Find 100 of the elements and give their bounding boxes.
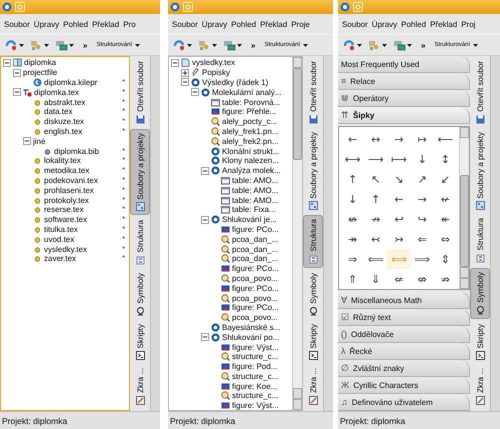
symbol-item[interactable]: ⇔ (434, 229, 457, 249)
tree-item[interactable]: pcoa_dan_... (232, 234, 278, 244)
tree-item[interactable]: Analýza molek... (222, 166, 281, 176)
side-tab[interactable]: Symboly (130, 270, 150, 319)
symbol-item[interactable]: ⇍ (387, 269, 411, 289)
side-tab[interactable]: Struktura (303, 215, 323, 268)
symbol-item[interactable]: ↑ (364, 189, 388, 209)
menu-item[interactable]: Pro (123, 20, 136, 28)
symbol-item[interactable]: ↣ (387, 229, 411, 249)
symbol-item[interactable]: ⇐ (410, 229, 434, 249)
tree-item[interactable]: Shlukování po... (222, 332, 280, 342)
side-tab[interactable]: Struktura (470, 215, 490, 266)
side-tab[interactable]: Skripty (470, 320, 490, 363)
symbol-item[interactable]: ↚ (434, 189, 457, 209)
tree-item[interactable]: alely_pocty_c... (222, 117, 278, 126)
side-tab[interactable]: Soubory a projekty (303, 128, 323, 214)
symbol-item[interactable]: ↓ (410, 149, 434, 169)
menu-item[interactable]: Soubor (342, 20, 368, 28)
tree-item[interactable]: alely_frek2.pn... (222, 136, 278, 146)
category-header[interactable]: Most Frequently Used (338, 56, 470, 73)
expander-icon[interactable] (191, 88, 199, 96)
symbol-item[interactable]: ⇑ (341, 269, 364, 289)
tree-item[interactable]: data.tex (44, 107, 72, 116)
menu-item[interactable]: Překlad (260, 20, 288, 28)
tree-item[interactable]: figure: PCo... (232, 224, 279, 234)
tree-item[interactable]: podekovani.tex (44, 176, 98, 185)
symbol-item[interactable]: ⟷ (341, 149, 364, 169)
symbol-item[interactable]: ↪ (410, 209, 434, 229)
category-header[interactable]: ⇈ Šipky (338, 107, 470, 124)
category-header[interactable]: ∅ Zvláštní znaky (338, 360, 470, 377)
tree-item[interactable]: table: AMO... (232, 196, 278, 205)
symbol-item[interactable]: ↮ (341, 209, 364, 229)
category-header[interactable]: () Oddělovače (338, 326, 470, 343)
tree-item[interactable]: metodika.tex (44, 166, 90, 176)
side-tab[interactable]: Zkra ... (130, 365, 150, 408)
tree-item[interactable]: figure: Koe... (232, 382, 278, 391)
side-tab[interactable]: Otevřít soubor (130, 58, 150, 127)
symbol-item[interactable]: ⇎ (410, 269, 434, 289)
menu-item[interactable]: Úpravy (34, 20, 60, 28)
symbol-item[interactable]: ⟶ (364, 149, 388, 169)
symbol-item[interactable]: ↢ (364, 229, 388, 249)
tree-item[interactable]: table: Fixa... (232, 205, 276, 214)
expander-icon[interactable] (201, 333, 209, 342)
side-tab[interactable]: Soubory a projekty (470, 128, 490, 214)
tree-item[interactable]: diplomka.tex (34, 88, 79, 97)
tree-item[interactable]: Molekulární analý... (212, 88, 282, 97)
tree-item[interactable]: protokoly.tex (44, 196, 89, 205)
tree-item[interactable]: diplomka.bib (54, 146, 99, 156)
scrollbar[interactable] (292, 57, 302, 410)
category-header[interactable]: ⋓ Operátory (338, 90, 470, 107)
side-tab[interactable]: Symboly (303, 270, 323, 319)
expander-icon[interactable] (13, 88, 21, 96)
side-tab[interactable]: Symboly (470, 268, 490, 319)
symbol-item[interactable]: ↩ (387, 209, 411, 229)
side-tab[interactable]: Zkra ... (303, 365, 323, 408)
symbol-item[interactable]: ↑ (341, 169, 364, 189)
menu-item[interactable]: Úpravy (372, 20, 398, 28)
symbol-item[interactable]: ↘ (387, 169, 411, 189)
tree-item[interactable]: Klonální strukt... (222, 146, 280, 156)
tree-item[interactable]: table: AMO... (232, 186, 278, 195)
menu-item[interactable]: Překlad (92, 20, 120, 28)
expander-icon[interactable] (201, 216, 209, 224)
tree-item[interactable]: Výsledky (řádek 1) (202, 78, 268, 87)
menu-item[interactable]: Pohled (401, 20, 426, 28)
menu-item[interactable]: Úpravy (202, 20, 228, 28)
symbol-item[interactable]: ↔ (364, 129, 388, 149)
tree-item[interactable]: abstrakt.tex (44, 98, 86, 107)
symbol-item[interactable]: ↠ (341, 229, 364, 249)
category-header[interactable]: ≡ Relace (338, 73, 470, 90)
symbol-item[interactable]: ↖ (364, 169, 388, 189)
tree-item[interactable]: Popisky (202, 68, 230, 78)
tree-item[interactable]: pcoa_dan_... (232, 244, 278, 254)
symbol-item[interactable]: ⇏ (434, 269, 457, 289)
expander-icon[interactable] (171, 58, 179, 67)
tree-item[interactable]: figure: PCo... (232, 284, 279, 293)
menu-item[interactable]: Soubor (4, 20, 30, 28)
overflow-button[interactable]: » (78, 37, 92, 53)
symbol-item[interactable]: ↦ (410, 129, 434, 149)
tree-item[interactable]: lokality.tex (44, 156, 81, 166)
symbol-item[interactable]: ⟼ (387, 149, 411, 169)
tree-item[interactable]: vysledky.tex (44, 244, 87, 254)
expander-icon[interactable] (13, 68, 21, 77)
tree-item[interactable]: figure: PCo... (232, 303, 279, 312)
tree-item[interactable]: projectfile (23, 68, 58, 78)
symbol-item[interactable]: ← (387, 189, 411, 209)
symbol-item[interactable]: ↕ (434, 149, 457, 169)
symbol-item[interactable]: → (410, 189, 434, 209)
symbol-item[interactable]: → (387, 129, 411, 149)
expander-icon[interactable] (23, 137, 31, 146)
overflow-button[interactable]: » (246, 37, 260, 53)
category-header[interactable]: ♫ Definováno uživatelem (338, 394, 470, 411)
symbol-item[interactable]: ↛ (364, 209, 388, 229)
tree-item[interactable]: figure: Výst... (232, 342, 279, 352)
symbol-item[interactable]: ⇒ (341, 249, 364, 269)
symbol-item[interactable]: ⟹ (410, 249, 434, 269)
side-tab[interactable]: Otevřít soubor (470, 58, 490, 127)
expander-icon[interactable] (3, 58, 11, 67)
tree-item[interactable]: figure: Přehle... (222, 107, 276, 116)
tree-item[interactable]: diplomka.kilepr (44, 78, 98, 87)
tree-item[interactable]: figure: Pod... (232, 362, 278, 372)
